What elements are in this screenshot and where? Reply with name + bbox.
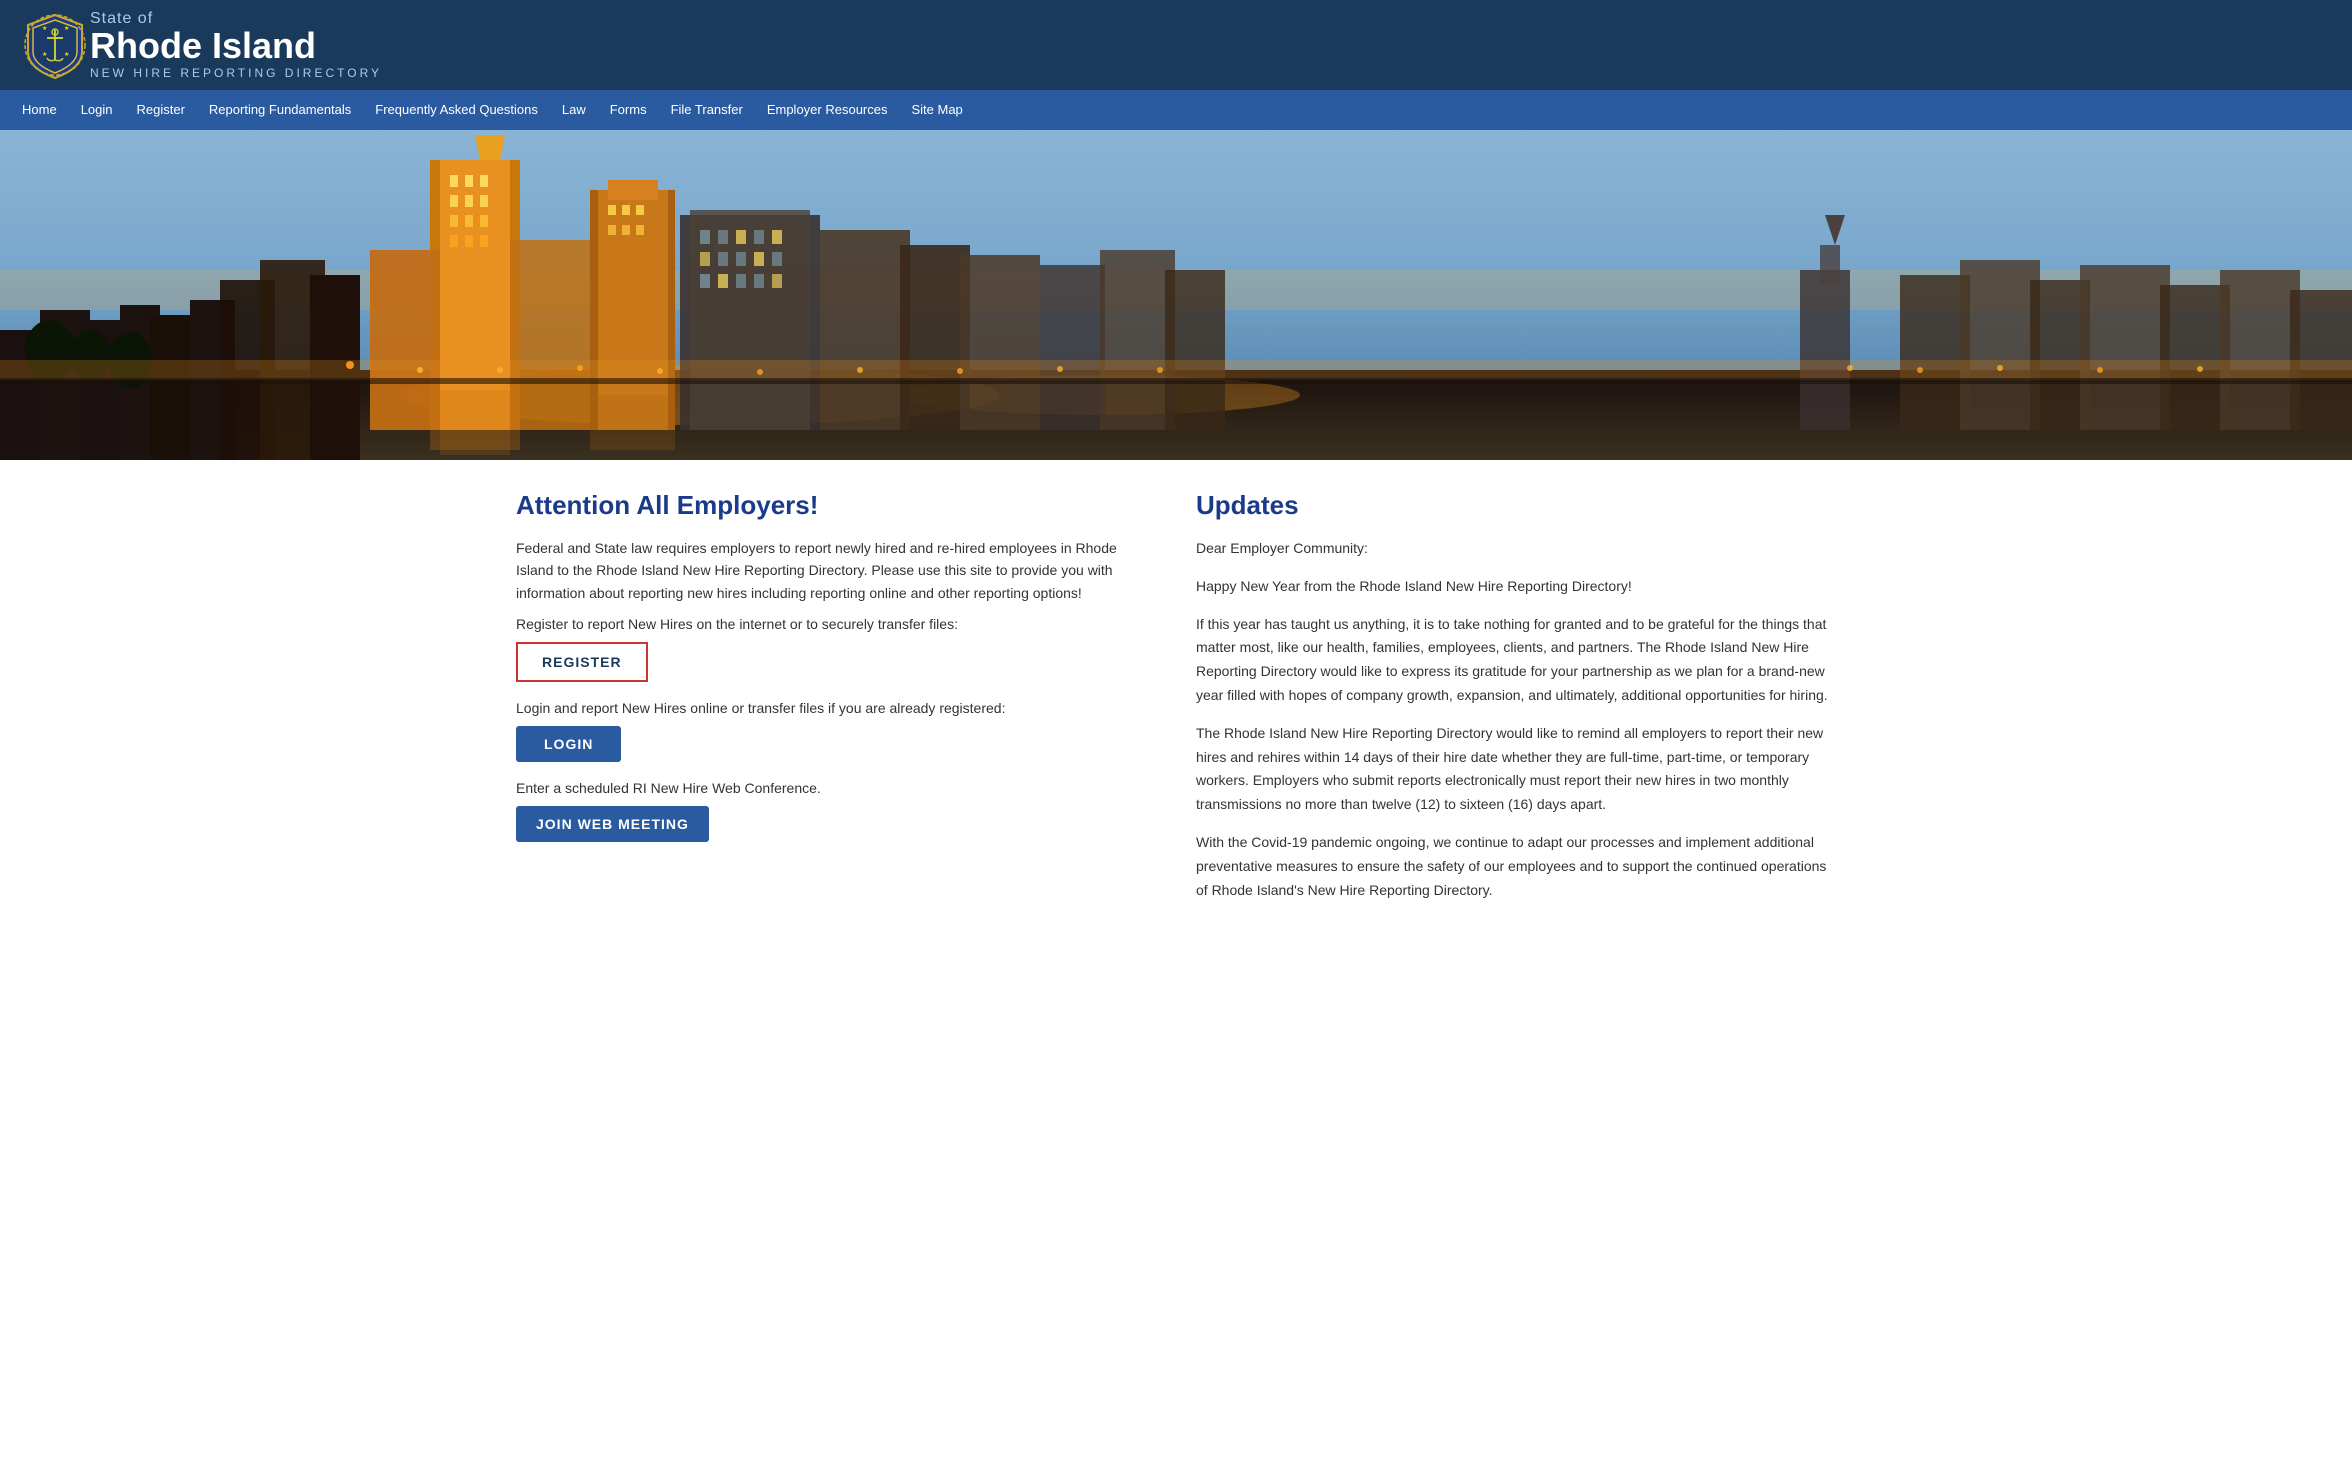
main-content: Attention All Employers! Federal and Sta… (476, 460, 1876, 946)
city-skyline (0, 130, 2352, 460)
nav-home[interactable]: Home (10, 90, 69, 130)
login-label: Login and report New Hires online or tra… (516, 700, 1156, 716)
header-text-block: State of Rhode Island NEW HIRE REPORTING… (90, 10, 382, 80)
nav-faq[interactable]: Frequently Asked Questions (363, 90, 550, 130)
site-header: ★ ★ ★ ★ State of Rhode Island NEW HIRE R… (0, 0, 2352, 90)
login-button[interactable]: LOGIN (516, 726, 621, 762)
attention-title: Attention All Employers! (516, 490, 1156, 521)
nav-register[interactable]: Register (125, 90, 197, 130)
updates-p2: Happy New Year from the Rhode Island New… (1196, 575, 1836, 599)
site-subtitle: NEW HIRE REPORTING DIRECTORY (90, 66, 382, 80)
nav-site-map[interactable]: Site Map (899, 90, 974, 130)
updates-p1: Dear Employer Community: (1196, 537, 1836, 561)
updates-p4: The Rhode Island New Hire Reporting Dire… (1196, 722, 1836, 817)
left-column: Attention All Employers! Federal and Sta… (516, 490, 1156, 916)
register-label: Register to report New Hires on the inte… (516, 616, 1156, 632)
updates-p5: With the Covid-19 pandemic ongoing, we c… (1196, 831, 1836, 902)
main-nav: Home Login Register Reporting Fundamenta… (0, 90, 2352, 130)
nav-file-transfer[interactable]: File Transfer (659, 90, 755, 130)
nav-employer-resources[interactable]: Employer Resources (755, 90, 900, 130)
nav-reporting-fundamentals[interactable]: Reporting Fundamentals (197, 90, 363, 130)
svg-text:★: ★ (42, 51, 47, 58)
nav-login[interactable]: Login (69, 90, 125, 130)
updates-title: Updates (1196, 490, 1836, 521)
intro-text: Federal and State law requires employers… (516, 537, 1156, 604)
join-web-meeting-button[interactable]: JOIN WEB MEETING (516, 806, 709, 842)
updates-p3: If this year has taught us anything, it … (1196, 613, 1836, 708)
register-button[interactable]: REGISTER (516, 642, 648, 682)
site-title: Rhode Island (90, 28, 382, 64)
svg-text:★: ★ (42, 25, 47, 32)
hero-banner (0, 130, 2352, 460)
state-seal-icon: ★ ★ ★ ★ (20, 10, 90, 80)
join-label: Enter a scheduled RI New Hire Web Confer… (516, 780, 1156, 796)
nav-law[interactable]: Law (550, 90, 598, 130)
right-column: Updates Dear Employer Community: Happy N… (1196, 490, 1836, 916)
svg-text:★: ★ (64, 51, 69, 58)
svg-text:★: ★ (64, 25, 69, 32)
nav-forms[interactable]: Forms (598, 90, 659, 130)
